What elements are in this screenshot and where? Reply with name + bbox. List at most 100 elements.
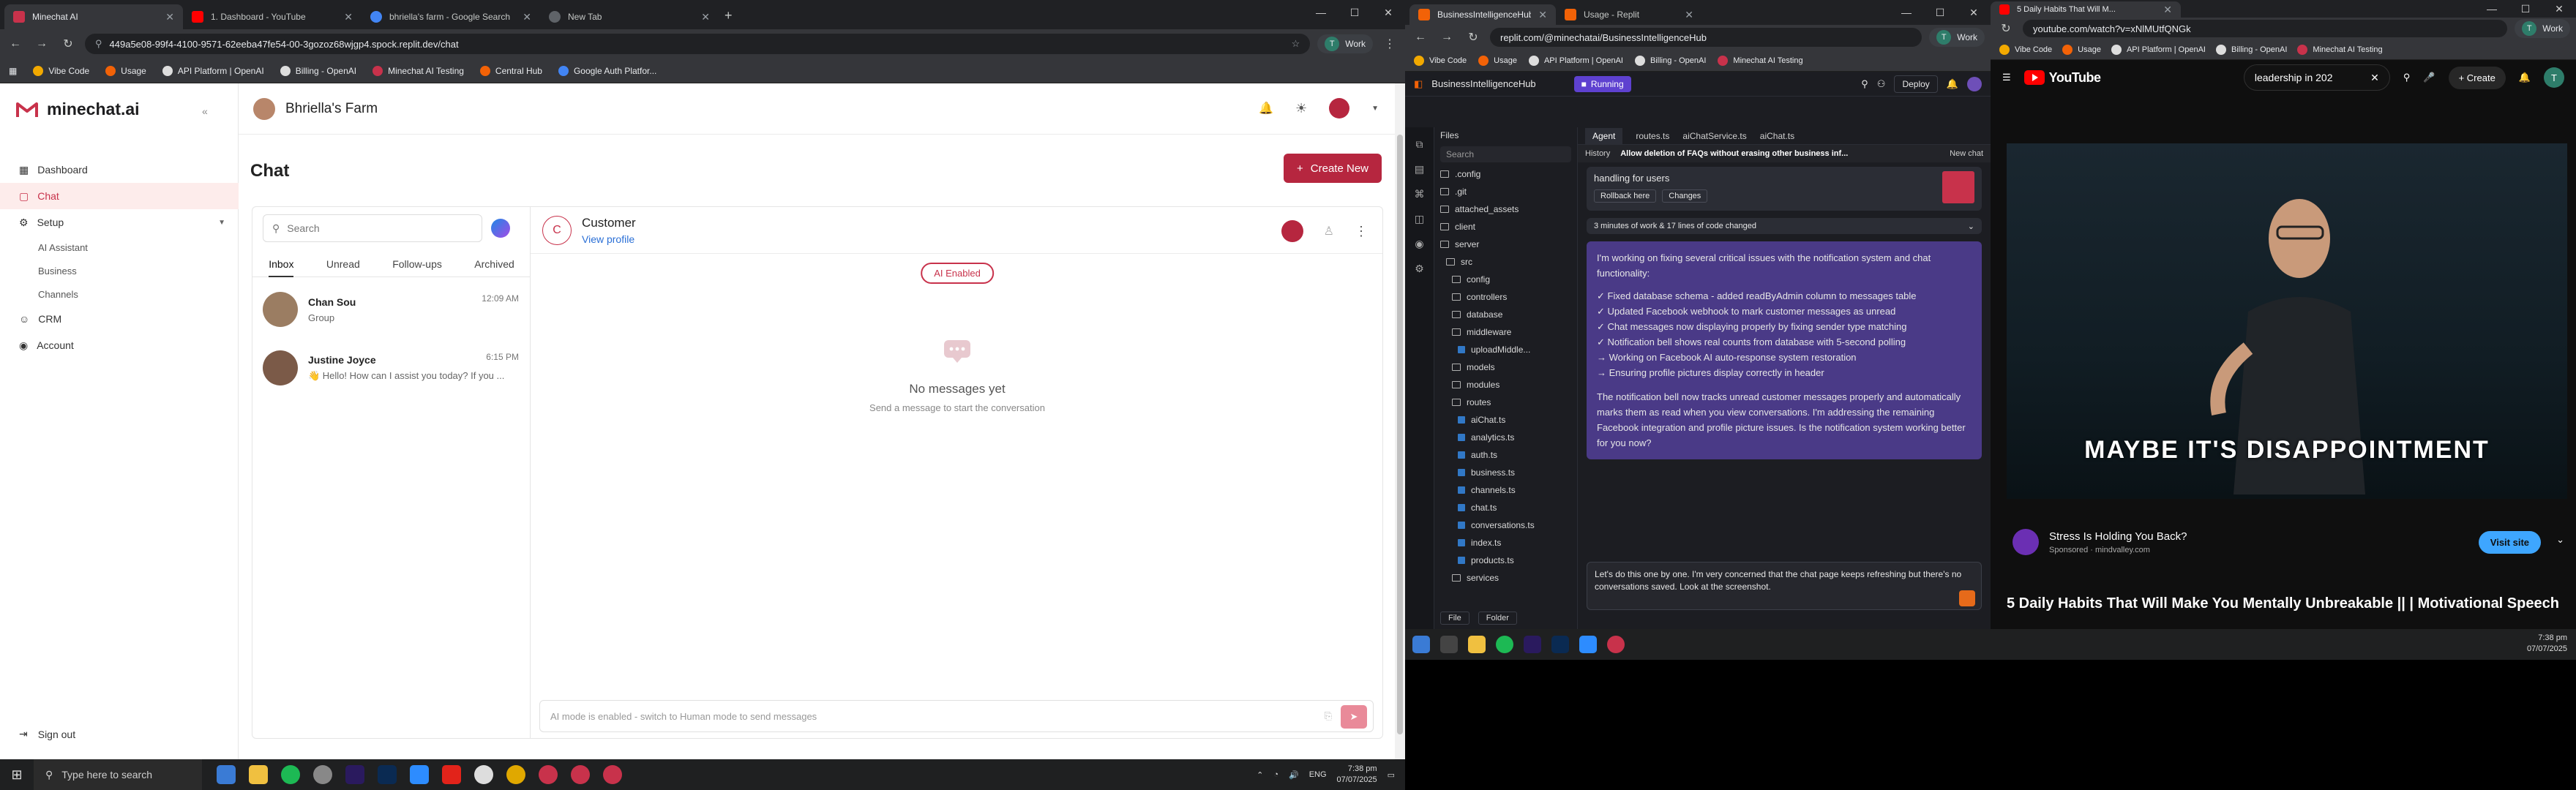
file-tree-row[interactable]: chat.ts [1434,499,1577,516]
forward-icon[interactable]: → [32,37,51,50]
tab-new-tab[interactable]: New Tab ✕ [540,4,719,29]
replit-logo-icon[interactable]: ◧ [1414,78,1423,90]
bookmark-billing[interactable]: Billing - OpenAI [280,65,356,76]
bookmark-central-hub[interactable]: Central Hub [479,65,542,76]
file-tree-row[interactable]: business.ts [1434,464,1577,481]
close-window-icon[interactable]: ✕ [1957,0,1991,25]
clock[interactable]: 7:38 pm 07/07/2025 [2527,633,2567,655]
tab-follow-ups[interactable]: Follow-ups [392,258,442,270]
sponsored-ad[interactable]: Stress Is Holding You Back? Sponsored · … [2012,522,2569,562]
bookmark-vibe-code[interactable]: Vibe Code [1414,55,1467,66]
chrome-icon[interactable] [539,765,558,784]
close-tab-icon[interactable]: ✕ [1685,9,1693,21]
chrome-icon[interactable] [1607,636,1625,653]
bookmark-minechat-testing[interactable]: Minechat AI Testing [1718,55,1803,66]
minimize-icon[interactable]: — [2475,0,2509,18]
clear-icon[interactable]: ✕ [2370,72,2379,84]
address-bar[interactable]: youtube.com/watch?v=xNlMUtfQNGk [2023,20,2508,37]
list-item[interactable]: Justine Joyce 👋 Hello! How can I assist y… [252,339,531,397]
screenshot-thumbnail[interactable] [1942,171,1974,203]
visit-site-button[interactable]: Visit site [2478,531,2541,554]
profile-button[interactable]: T Work [2515,19,2570,38]
close-tab-icon[interactable]: ✕ [523,11,531,23]
sidebar-item-business[interactable]: Business [0,259,239,282]
file-tree-row[interactable]: routes [1434,394,1577,411]
sidebar-item-dashboard[interactable]: ▦ Dashboard [0,157,239,183]
bookmark-google-auth[interactable]: Google Auth Platfor... [558,65,656,76]
sidebar-item-setup[interactable]: ⚙ Setup ▼ [0,209,239,236]
messenger-icon[interactable] [491,219,510,238]
sun-icon[interactable]: ☀ [1295,101,1307,116]
new-file-button[interactable]: File [1440,612,1469,625]
maximize-icon[interactable]: ☐ [2509,0,2542,18]
file-tree-row[interactable]: uploadMiddle... [1434,341,1577,358]
file-tree-row[interactable]: modules [1434,376,1577,394]
address-bar[interactable]: replit.com/@minechatai/BusinessIntellige… [1490,28,1922,47]
spotify-icon[interactable] [1496,636,1513,653]
file-tree-row[interactable]: index.ts [1434,534,1577,552]
list-item[interactable]: Chan Sou Group 12:09 AM [252,280,531,339]
ai-enabled-badge[interactable]: AI Enabled [921,263,994,284]
premiere-icon[interactable] [345,765,364,784]
send-button[interactable]: ➤ [1341,705,1367,729]
menu-dots-icon[interactable]: ⋮ [1380,37,1399,51]
back-icon[interactable]: ← [6,37,25,50]
file-tree-row[interactable]: client [1434,218,1577,236]
file-tree-row[interactable]: src [1434,253,1577,271]
chrome-icon[interactable] [506,765,525,784]
profile-button[interactable]: T Work [1317,34,1373,53]
reload-icon[interactable]: ↻ [1996,21,2015,36]
spotify-icon[interactable] [281,765,300,784]
tab-replit-project[interactable]: BusinessIntelligenceHub - Repli ✕ [1409,4,1556,25]
close-tab-icon[interactable]: ✕ [165,11,174,23]
maximize-icon[interactable]: ☐ [1338,0,1371,25]
brand-logo[interactable]: minechat.ai [16,99,140,119]
photoshop-icon[interactable] [1551,636,1569,653]
premiere-icon[interactable] [1524,636,1541,653]
language-indicator[interactable]: ENG [1309,770,1327,779]
changes-button[interactable]: Changes [1662,189,1708,203]
sidebar-item-chat[interactable]: ▢ Chat [0,183,239,209]
maximize-icon[interactable]: ☐ [1923,0,1957,25]
send-button[interactable] [1959,590,1975,606]
tab-file[interactable]: aiChat.ts [1760,131,1794,141]
bookmark-vibe-code[interactable]: Vibe Code [1999,44,2052,55]
chrome-icon[interactable] [571,765,590,784]
close-tab-icon[interactable]: ✕ [1538,9,1547,21]
close-tab-icon[interactable]: ✕ [2163,4,2172,16]
tab-youtube-dashboard[interactable]: 1. Dashboard - YouTube ✕ [183,4,362,29]
sidebar-item-crm[interactable]: ☺ CRM [0,306,239,332]
scrollbar-thumb[interactable] [1397,135,1403,734]
tool-icons[interactable]: ⧉ ▤ ⌘ ◫ ◉ ⚙ [1405,132,1434,281]
project-name[interactable]: BusinessIntelligenceHub [1431,78,1535,89]
file-tree-row[interactable]: middleware [1434,323,1577,341]
bookmark-api-platform[interactable]: API Platform | OpenAI [2111,44,2206,55]
tab-unread[interactable]: Unread [326,258,360,270]
page-scrollbar[interactable] [1395,83,1405,759]
file-tree-row[interactable]: .git [1434,183,1577,200]
profile-button[interactable]: T Work [1929,28,1985,47]
bookmark-billing[interactable]: Billing - OpenAI [1634,55,1706,66]
bookmark-usage[interactable]: Usage [2062,44,2101,55]
chrome-icon[interactable] [474,765,493,784]
youtube-logo[interactable]: YouTube [2023,70,2101,86]
file-tree-row[interactable]: analytics.ts [1434,429,1577,446]
sign-out-button[interactable]: ⇥ Sign out [19,728,75,740]
deploy-button[interactable]: Deploy [1894,75,1938,93]
mic-icon[interactable]: 🎤 [2423,72,2435,83]
file-tree-row[interactable]: models [1434,358,1577,376]
bell-icon[interactable]: 🔔 [1259,101,1273,116]
reload-icon[interactable]: ↻ [59,37,78,51]
search-icon[interactable]: ⚲ [2403,72,2411,83]
close-tab-icon[interactable]: ✕ [344,11,353,23]
chevron-down-icon[interactable]: ▼ [1371,105,1379,113]
file-tree-row[interactable]: aiChat.ts [1434,411,1577,429]
bell-icon[interactable]: 🔔 [1947,78,1958,90]
sidebar-item-account[interactable]: ◉ Account [0,332,239,358]
bookmark-api-platform[interactable]: API Platform | OpenAI [162,65,264,76]
back-icon[interactable]: ← [1411,31,1430,44]
file-explorer-icon[interactable] [1468,636,1486,653]
create-button[interactable]: + Create [2448,66,2506,89]
file-tree-row[interactable]: database [1434,306,1577,323]
file-tree-row[interactable]: config [1434,271,1577,288]
